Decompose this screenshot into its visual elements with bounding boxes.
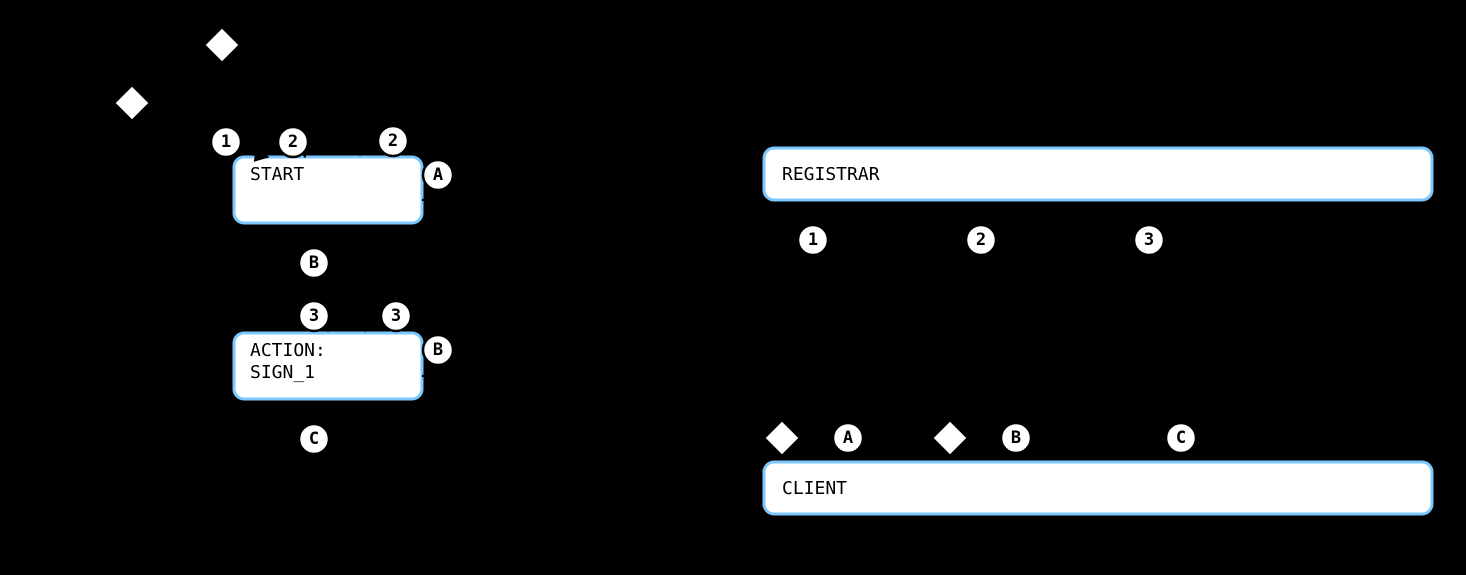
- svg-text:C: C: [1176, 428, 1186, 448]
- node-action-label-line2: SIGN_1: [250, 362, 315, 383]
- svg-text:2: 2: [976, 230, 986, 250]
- diamond-source-1: [114, 85, 150, 121]
- right-sequence-diagram: REGISTRAR CLIENT 1 A 2 B 3 C: [764, 148, 1432, 514]
- diamond-end: [310, 514, 346, 550]
- node-client-label: CLIENT: [782, 478, 847, 499]
- svg-text:3: 3: [1144, 230, 1154, 250]
- node-start-label: START: [250, 164, 304, 185]
- svg-text:A: A: [843, 428, 853, 448]
- svg-text:2: 2: [388, 131, 398, 151]
- node-client: [764, 462, 1432, 514]
- diagram-canvas: START ACTION: SIGN_1 1 2 2 A B: [0, 0, 1466, 575]
- svg-text:1: 1: [808, 230, 818, 250]
- svg-text:B: B: [309, 253, 319, 273]
- diamond-source-2: [204, 27, 240, 63]
- diamond-seq-before-2: [932, 420, 968, 456]
- svg-text:3: 3: [391, 306, 401, 326]
- diamond-seq-before-1: [764, 420, 800, 456]
- svg-text:B: B: [1011, 428, 1021, 448]
- svg-text:B: B: [433, 340, 443, 360]
- svg-text:1: 1: [221, 132, 231, 152]
- left-state-diagram: START ACTION: SIGN_1 1 2 2 A B: [114, 27, 479, 550]
- diamond-seq-after-3: [1232, 420, 1268, 456]
- svg-text:2: 2: [288, 132, 298, 152]
- svg-text:C: C: [309, 429, 319, 449]
- svg-text:3: 3: [309, 306, 319, 326]
- edge-1-to-start: [148, 115, 268, 157]
- node-action-label-line1: ACTION:: [250, 340, 326, 361]
- svg-text:A: A: [433, 165, 443, 185]
- node-registrar-label: REGISTRAR: [782, 164, 880, 185]
